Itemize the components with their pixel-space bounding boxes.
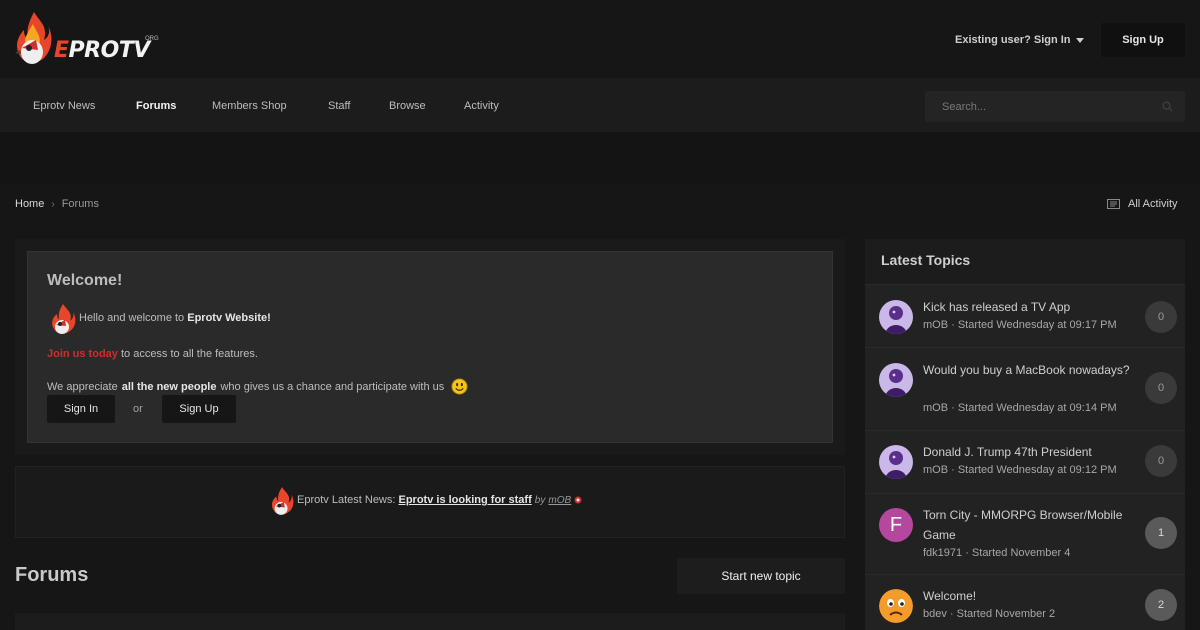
topic-title[interactable]: Kick has released a TV App xyxy=(923,297,1143,317)
welcome-line-appreciate: We appreciate all the new people who giv… xyxy=(47,378,468,395)
existing-user-signin[interactable]: Existing user? Sign In xyxy=(955,34,1084,46)
welcome-line-hello: Hello and welcome to Eprotv Website! xyxy=(79,312,271,324)
chevron-right-icon: › xyxy=(51,198,55,210)
forums-heading: Forums xyxy=(15,564,89,586)
signup-button[interactable]: Sign Up xyxy=(1101,23,1185,57)
reply-count: 0 xyxy=(1145,372,1177,404)
frowning-face-avatar-icon xyxy=(879,589,913,623)
nav-item-members-shop[interactable]: Members Shop xyxy=(212,100,287,112)
topic-item[interactable]: Welcome! bdev · Started November 2 2 xyxy=(865,574,1185,630)
avatar-initial: F xyxy=(889,513,903,536)
search-icon[interactable] xyxy=(1162,101,1173,112)
logo-wordmark: EPROTV xyxy=(54,38,150,63)
welcome-panel xyxy=(27,251,833,443)
avatar[interactable]: F xyxy=(879,508,913,542)
topic-meta: mOB · Started Wednesday at 09:12 PM xyxy=(923,464,1117,476)
topic-title[interactable]: Welcome! xyxy=(923,586,1143,606)
activity-feed-icon xyxy=(1107,199,1120,209)
join-us-link[interactable]: Join us today xyxy=(47,348,118,360)
chevron-down-icon xyxy=(1075,37,1084,43)
welcome-participate-text: who gives us a chance and participate wi… xyxy=(220,380,445,393)
logo-suffix: ORG xyxy=(145,36,159,42)
welcome-or-separator: or xyxy=(133,403,143,415)
topic-title[interactable]: Torn City - MMORPG Browser/Mobile Game xyxy=(923,505,1143,545)
all-activity-label: All Activity xyxy=(1128,198,1178,210)
purple-figure-avatar-icon xyxy=(879,300,913,334)
author-badge-icon xyxy=(574,496,582,504)
news-headline-link[interactable]: Eprotv is looking for staff xyxy=(399,494,532,506)
logo-letter-e: E xyxy=(54,38,69,63)
reply-count: 2 xyxy=(1145,589,1177,621)
existing-user-label: Existing user? Sign In xyxy=(955,34,1071,46)
purple-figure-avatar-icon xyxy=(879,445,913,479)
reply-count: 0 xyxy=(1145,445,1177,477)
flame-bird-icon xyxy=(271,487,294,515)
welcome-new-people: all the new people xyxy=(121,380,217,393)
topic-meta: fdk1971 · Started November 4 xyxy=(923,547,1071,559)
nav-item-forums[interactable]: Forums xyxy=(136,100,176,112)
topic-meta: mOB · Started Wednesday at 09:14 PM xyxy=(923,402,1117,414)
start-new-topic-button[interactable]: Start new topic xyxy=(677,558,845,594)
nav-item-browse[interactable]: Browse xyxy=(389,100,426,112)
welcome-line-join: Join us today to access to all the featu… xyxy=(47,348,258,360)
news-by: by xyxy=(534,495,546,506)
welcome-site-name: Eprotv Website! xyxy=(187,312,271,324)
avatar[interactable] xyxy=(879,589,913,623)
main-nav: Eprotv News Forums Members Shop Staff Br… xyxy=(0,78,1200,132)
topic-meta: mOB · Started Wednesday at 09:17 PM xyxy=(923,319,1117,331)
nav-item-staff[interactable]: Staff xyxy=(328,100,350,112)
search-input[interactable] xyxy=(925,91,1155,122)
flame-bird-icon xyxy=(15,12,52,64)
site-header: EPROTV ORG Existing user? Sign In Sign U… xyxy=(0,0,1200,78)
all-activity-link[interactable]: All Activity xyxy=(1107,198,1178,210)
topic-title[interactable]: Would you buy a MacBook nowadays? xyxy=(923,360,1143,380)
smiley-emoji-icon xyxy=(451,378,468,395)
reply-count: 0 xyxy=(1145,301,1177,333)
topic-item[interactable]: Kick has released a TV App mOB · Started… xyxy=(865,284,1185,347)
latest-topics-heading: Latest Topics xyxy=(881,252,971,268)
welcome-title: Welcome! xyxy=(47,272,123,289)
topic-meta: bdev · Started November 2 xyxy=(923,608,1056,620)
breadcrumb: Home › Forums xyxy=(15,198,99,210)
breadcrumb-home[interactable]: Home xyxy=(15,198,44,210)
avatar[interactable] xyxy=(879,445,913,479)
avatar[interactable] xyxy=(879,300,913,334)
nav-item-activity[interactable]: Activity xyxy=(464,100,499,112)
welcome-signin-button[interactable]: Sign In xyxy=(47,395,115,423)
nav-item-eprotv-news[interactable]: Eprotv News xyxy=(33,100,95,112)
welcome-signup-button[interactable]: Sign Up xyxy=(162,395,236,423)
breadcrumb-forums[interactable]: Forums xyxy=(62,198,99,210)
reply-count: 1 xyxy=(1145,517,1177,549)
news-prefix: Eprotv Latest News: xyxy=(297,494,396,506)
site-logo[interactable]: EPROTV ORG xyxy=(14,10,159,70)
logo-wordmark-rest: PROTV xyxy=(68,38,151,63)
welcome-appreciate-text: We appreciate xyxy=(47,380,118,393)
topic-item[interactable]: Donald J. Trump 47th President mOB · Sta… xyxy=(865,430,1185,493)
forum-list xyxy=(15,613,845,630)
flame-bird-icon xyxy=(52,304,76,334)
topic-title[interactable]: Donald J. Trump 47th President xyxy=(923,442,1143,462)
topic-item[interactable]: Would you buy a MacBook nowadays? mOB · … xyxy=(865,347,1185,430)
search-box xyxy=(925,91,1185,122)
welcome-hello-text: Hello and welcome to xyxy=(79,312,185,324)
welcome-join-text: to access to all the features. xyxy=(120,348,258,360)
news-author-link[interactable]: mOB xyxy=(548,495,571,506)
purple-figure-avatar-icon xyxy=(879,363,913,397)
topic-item[interactable]: F Torn City - MMORPG Browser/Mobile Game… xyxy=(865,493,1185,574)
latest-news-text: Eprotv Latest News: Eprotv is looking fo… xyxy=(297,494,582,506)
avatar[interactable] xyxy=(879,363,913,397)
header-band xyxy=(0,132,1200,184)
